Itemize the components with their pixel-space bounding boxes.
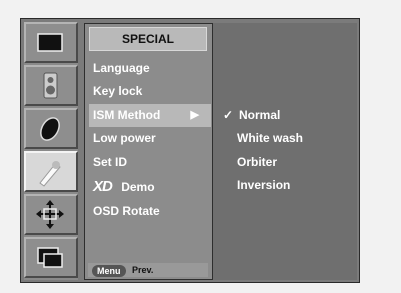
picture-icon[interactable] xyxy=(24,22,78,63)
menu-item-ism-method[interactable]: ISM Method ▶ xyxy=(89,104,211,127)
submenu-item-label: White wash xyxy=(237,131,304,145)
special-menu: SPECIAL Language Key lock ISM Method ▶ L… xyxy=(84,23,213,280)
menu-item-label: Set ID xyxy=(93,155,128,169)
ism-method-submenu: ✓ Normal White wash Orbiter Inversion xyxy=(213,23,357,280)
menu-item-label: ISM Method xyxy=(93,108,161,122)
submenu-item-orbiter[interactable]: Orbiter xyxy=(237,155,277,169)
submenu-arrow-icon: ▶ xyxy=(190,109,199,121)
menu-item-low-power[interactable]: Low power xyxy=(89,127,211,150)
menu-item-label: Low power xyxy=(93,131,156,145)
check-icon: ✓ xyxy=(223,108,234,122)
footer-hint: Menu Prev. xyxy=(88,263,208,277)
menu-item-language[interactable]: Language xyxy=(89,57,211,80)
submenu-item-label: Normal xyxy=(239,108,281,122)
submenu-item-white-wash[interactable]: White wash xyxy=(237,131,303,145)
menu-item-label: OSD Rotate xyxy=(93,204,160,218)
submenu-item-label: Orbiter xyxy=(237,155,278,169)
menu-item-label: Key lock xyxy=(93,84,143,98)
prev-label: Prev. xyxy=(132,265,154,275)
time-icon[interactable] xyxy=(24,108,78,149)
special-icon[interactable] xyxy=(24,151,78,192)
menu-item-xd-demo[interactable]: XD Demo xyxy=(89,175,211,198)
menu-title: SPECIAL xyxy=(89,27,207,51)
menu-item-osd-rotate[interactable]: OSD Rotate xyxy=(89,200,211,223)
sound-speaker-icon[interactable] xyxy=(24,65,78,106)
xd-logo: XD xyxy=(93,178,113,195)
menu-item-label: Demo xyxy=(121,180,155,194)
menu-item-set-id[interactable]: Set ID xyxy=(89,151,211,174)
submenu-item-inversion[interactable]: Inversion xyxy=(237,178,290,192)
pip-icon[interactable] xyxy=(24,237,78,278)
screen-icon[interactable] xyxy=(24,194,78,235)
menu-button[interactable]: Menu xyxy=(92,264,126,277)
menu-item-key-lock[interactable]: Key lock xyxy=(89,80,211,103)
submenu-item-label: Inversion xyxy=(237,178,291,192)
menu-item-label: Language xyxy=(93,61,150,75)
icon-column xyxy=(24,22,78,280)
